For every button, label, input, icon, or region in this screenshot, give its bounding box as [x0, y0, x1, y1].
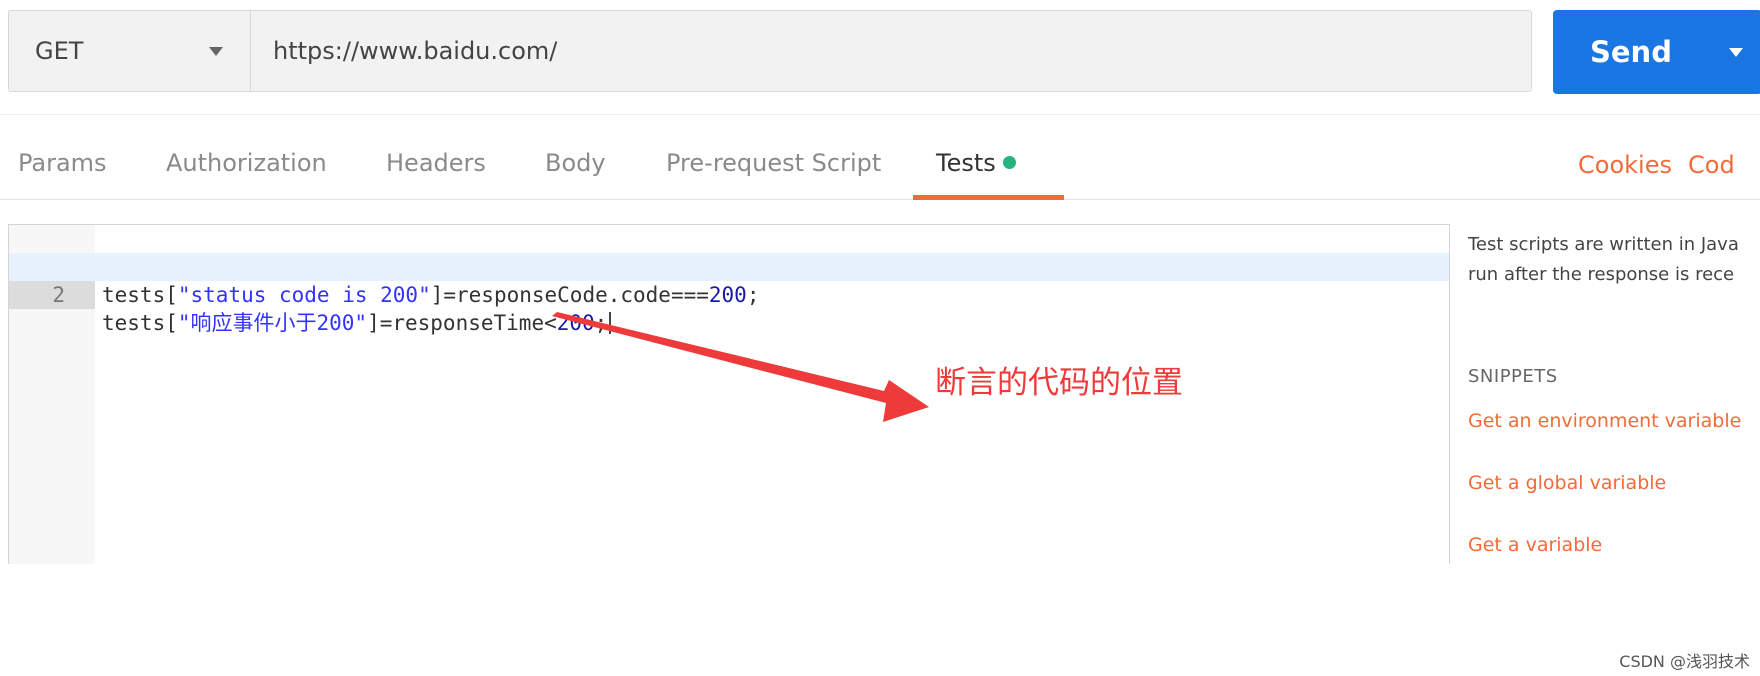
method-label: GET [35, 37, 84, 65]
active-tab-indicator [913, 195, 1064, 200]
tab-body[interactable]: Body [545, 149, 606, 177]
test-script-editor[interactable]: 1 tests["status code is 200"]=responseCo… [8, 224, 1450, 564]
code-line[interactable]: 2 tests["响应事件小于200"]=responseTime<200; [9, 253, 1449, 335]
cookies-link[interactable]: Cookies [1578, 151, 1672, 179]
tab-authorization[interactable]: Authorization [166, 149, 327, 177]
snippet-get-environment-variable[interactable]: Get an environment variable [1468, 410, 1741, 432]
tab-pre-request-script[interactable]: Pre-request Script [666, 149, 881, 177]
method-select[interactable]: GET [8, 10, 250, 92]
panel-description: Test scripts are written in Java run aft… [1468, 234, 1739, 285]
send-button[interactable]: Send [1553, 10, 1760, 94]
tab-headers[interactable]: Headers [386, 149, 486, 177]
request-tabs: Params Authorization Headers Body Pre-re… [0, 114, 1760, 200]
snippets-panel: Test scripts are written in Java run aft… [1468, 230, 1760, 566]
snippets-heading: SNIPPETS [1468, 366, 1558, 387]
code-text: tests["status code is 200"]=responseCode… [102, 283, 760, 307]
line-number: 2 [9, 281, 95, 309]
tab-tests[interactable]: Tests [936, 149, 1016, 177]
snippet-get-variable[interactable]: Get a variable [1468, 534, 1602, 556]
code-text: tests["响应事件小于200"]=responseTime<200; [102, 309, 612, 337]
send-dropdown-icon[interactable] [1729, 48, 1743, 57]
tab-params[interactable]: Params [18, 149, 107, 177]
send-label: Send [1590, 35, 1672, 69]
snippet-get-global-variable[interactable]: Get a global variable [1468, 472, 1666, 494]
request-bar: GET https://www.baidu.com/ Send [8, 10, 1760, 94]
code-link[interactable]: Cod [1688, 151, 1735, 179]
caret-down-icon [209, 47, 223, 56]
url-input[interactable]: https://www.baidu.com/ [250, 10, 1532, 92]
status-dot-icon [1002, 156, 1016, 169]
tab-tests-label: Tests [936, 149, 996, 177]
code-line[interactable]: 1 tests["status code is 200"]=responseCo… [9, 225, 1449, 307]
url-text: https://www.baidu.com/ [273, 37, 558, 65]
watermark: CSDN @浅羽技术 [1619, 652, 1750, 671]
annotation-label: 断言的代码的位置 [935, 365, 1183, 401]
text-cursor [609, 312, 612, 334]
